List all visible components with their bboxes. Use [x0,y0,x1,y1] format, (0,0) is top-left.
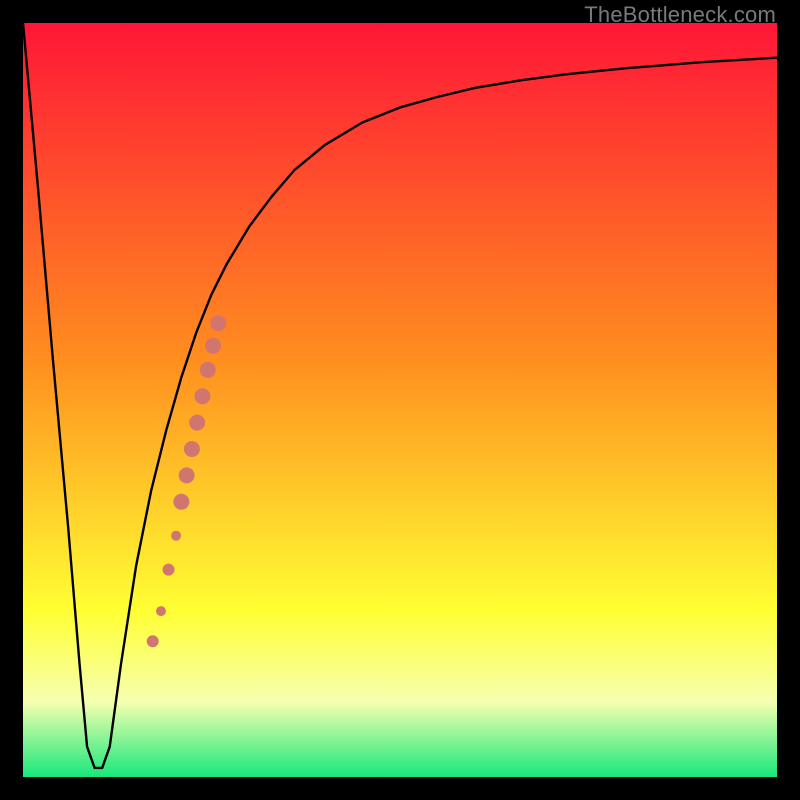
data-marker [189,415,205,431]
data-marker [163,564,175,576]
data-marker [147,635,159,647]
data-marker [194,388,210,404]
data-marker [179,467,195,483]
data-marker [173,494,189,510]
plot-area [23,23,777,777]
data-marker [184,441,200,457]
data-marker [200,362,216,378]
bottleneck-curve-chart [23,23,777,777]
gradient-background [23,23,777,777]
data-marker [205,338,221,354]
data-marker [210,315,226,331]
data-marker [156,606,166,616]
watermark-text: TheBottleneck.com [584,2,776,28]
data-marker [171,531,181,541]
chart-frame: TheBottleneck.com [0,0,800,800]
